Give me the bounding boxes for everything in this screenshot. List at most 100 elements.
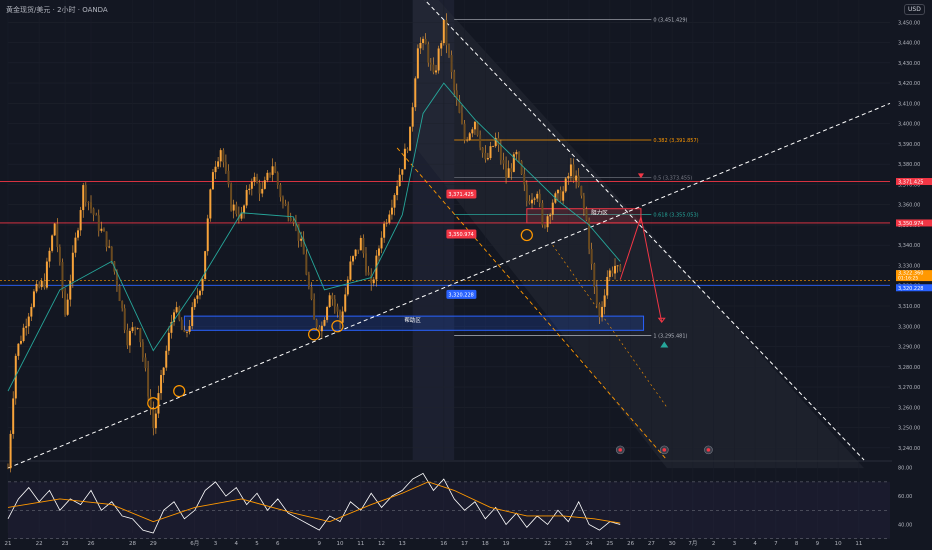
candle-body: [463, 123, 466, 141]
candle-body: [17, 343, 20, 356]
candle-body: [435, 70, 438, 73]
candle-body: [362, 237, 365, 254]
candle-body: [489, 146, 492, 159]
candle-body: [131, 327, 134, 331]
time-tick-label: 3: [214, 541, 218, 547]
price-tick-label: 3,290.00: [898, 345, 920, 351]
candle-body: [209, 189, 212, 219]
candle-body: [219, 150, 222, 162]
resistance-zone-label: 阻力区: [591, 209, 608, 217]
candle-body: [97, 215, 100, 231]
rsi-tick-label: 80.00: [898, 466, 912, 472]
candle-body: [450, 55, 453, 73]
candle-body: [414, 78, 417, 108]
candle-body: [136, 328, 139, 329]
candle-body: [30, 306, 33, 317]
candle-body: [403, 148, 406, 170]
candle-body: [372, 279, 375, 284]
candle-body: [603, 295, 606, 307]
candle-body: [582, 195, 585, 209]
candle-body: [575, 175, 578, 181]
candle-body: [71, 252, 74, 281]
fib-level-label: 0.618 (3,355.053): [653, 213, 698, 219]
candle-body: [564, 178, 567, 192]
price-tag-label: 3,350.974: [898, 221, 923, 227]
symbol-header: 黄金现货/美元 · 2小时 · OANDA: [6, 5, 108, 15]
time-tick-label: 16: [440, 541, 447, 547]
candle-body: [256, 176, 259, 183]
candle-body: [320, 325, 323, 332]
chart-area[interactable]: 0 (3,451.429) 0.382 (3,391.857) 0.5 (3,373…: [0, 0, 932, 550]
candle-body: [95, 214, 98, 216]
time-tick-label: 29: [150, 541, 157, 547]
candle-body: [419, 43, 422, 49]
candle-body: [396, 186, 399, 196]
candle-body: [214, 166, 217, 173]
candle-body: [102, 228, 105, 232]
candle-body: [40, 280, 43, 288]
time-tick-label: 4: [753, 541, 757, 547]
time-tick-label: 17: [461, 541, 468, 547]
time-tick-label: 10: [835, 541, 842, 547]
candle-body: [510, 168, 513, 172]
time-tick-label: 5: [255, 541, 259, 547]
candle-body: [235, 204, 238, 214]
candle-body: [134, 327, 137, 329]
candle-body: [536, 193, 539, 199]
currency-button[interactable]: USD: [904, 4, 925, 15]
candle-body: [502, 160, 505, 164]
candle-body: [188, 325, 191, 332]
candle-body: [538, 193, 541, 204]
time-tick-label: 22: [544, 541, 551, 547]
candle-body: [595, 287, 598, 304]
candle-body: [442, 19, 445, 44]
header-separator: ·: [77, 6, 80, 14]
time-tick-label: 7月: [688, 540, 697, 547]
time-tick-label: 7: [774, 541, 778, 547]
candle-body: [230, 184, 233, 211]
candle-body: [53, 223, 56, 236]
candle-body: [484, 152, 487, 160]
candle-body: [292, 220, 295, 223]
candle-body: [429, 62, 432, 65]
symbol-name: 黄金现货/美元: [6, 6, 51, 14]
candle-body: [7, 468, 9, 469]
price-tick-label: 3,360.00: [898, 203, 920, 209]
interval-label: 2小时: [57, 6, 76, 14]
candle-body: [499, 144, 502, 161]
candle-body: [9, 433, 12, 469]
candle-body: [84, 185, 87, 202]
time-tick-label: 26: [88, 541, 95, 547]
candle-body: [175, 307, 178, 313]
candle-body: [35, 283, 38, 292]
candle-body: [87, 201, 90, 203]
candle-body: [531, 199, 534, 204]
fib-level-label: 0 (3,451.429): [653, 17, 687, 23]
candle-body: [523, 174, 526, 185]
candle-body: [569, 164, 572, 177]
candle-body: [383, 223, 386, 238]
candle-body: [211, 172, 214, 190]
candle-body: [468, 133, 471, 140]
candle-body: [19, 341, 22, 344]
candle-body: [305, 254, 308, 275]
time-tick-label: 23: [565, 541, 572, 547]
candle-body: [445, 19, 448, 46]
candle-body: [108, 246, 111, 248]
time-tick-label: 2: [712, 541, 716, 547]
candle-body: [222, 150, 225, 163]
price-tick-label: 3,280.00: [898, 365, 920, 371]
candle-body: [590, 248, 593, 264]
candle-body: [25, 326, 28, 328]
candle-body: [266, 172, 269, 181]
candle-body: [289, 217, 292, 221]
candle-body: [398, 174, 401, 187]
price-tick-label: 3,430.00: [898, 61, 920, 67]
candle-body: [328, 295, 331, 307]
candle-body: [367, 272, 370, 275]
candle-body: [284, 203, 287, 206]
candle-body: [562, 191, 565, 201]
level-label: 3,371.425: [448, 192, 473, 198]
price-tick-label: 3,310.00: [898, 304, 920, 310]
economic-event-icon: [706, 448, 711, 452]
